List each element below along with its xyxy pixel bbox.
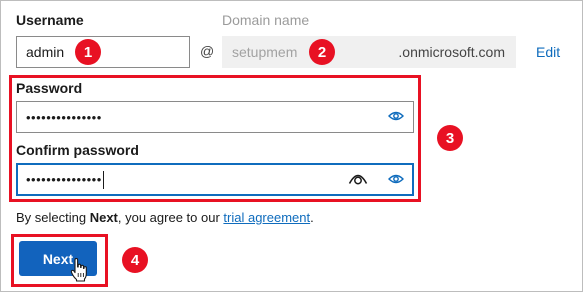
username-label: Username	[16, 12, 84, 28]
agreement-suffix: .	[310, 210, 314, 225]
confirm-password-label: Confirm password	[16, 142, 139, 158]
username-input[interactable]: admin	[16, 36, 190, 68]
trial-agreement-link[interactable]: trial agreement	[223, 210, 310, 225]
agreement-middle: , you agree to our	[117, 210, 224, 225]
domain-name-input: setupmem .onmicrosoft.com	[222, 36, 516, 68]
agreement-text: By selecting Next, you agree to our tria…	[16, 210, 314, 225]
show-confirm-password-eye-icon[interactable]	[388, 172, 404, 188]
password-input[interactable]: •••••••••••••••	[16, 101, 414, 133]
domain-name-label: Domain name	[222, 12, 310, 28]
reveal-eye-outline-icon[interactable]	[348, 171, 368, 188]
username-value: admin	[26, 44, 65, 60]
password-label: Password	[16, 80, 83, 96]
domain-suffix: .onmicrosoft.com	[398, 44, 505, 60]
edit-domain-link[interactable]: Edit	[536, 44, 560, 60]
hand-cursor-icon	[70, 257, 88, 282]
agreement-prefix: By selecting	[16, 210, 90, 225]
callout-badge-4: 4	[122, 247, 148, 273]
confirm-password-input[interactable]: •••••••••••••••	[16, 163, 414, 196]
at-sign: @	[200, 43, 215, 59]
callout-badge-1: 1	[75, 39, 101, 65]
confirm-password-value: •••••••••••••••	[26, 172, 102, 187]
domain-name-value: setupmem	[232, 44, 298, 60]
show-password-eye-icon[interactable]	[388, 109, 404, 125]
password-value: •••••••••••••••	[26, 109, 102, 125]
callout-badge-2: 2	[309, 39, 335, 65]
callout-badge-3: 3	[437, 125, 463, 151]
agreement-bold-next: Next	[89, 210, 118, 225]
text-caret	[102, 170, 104, 189]
